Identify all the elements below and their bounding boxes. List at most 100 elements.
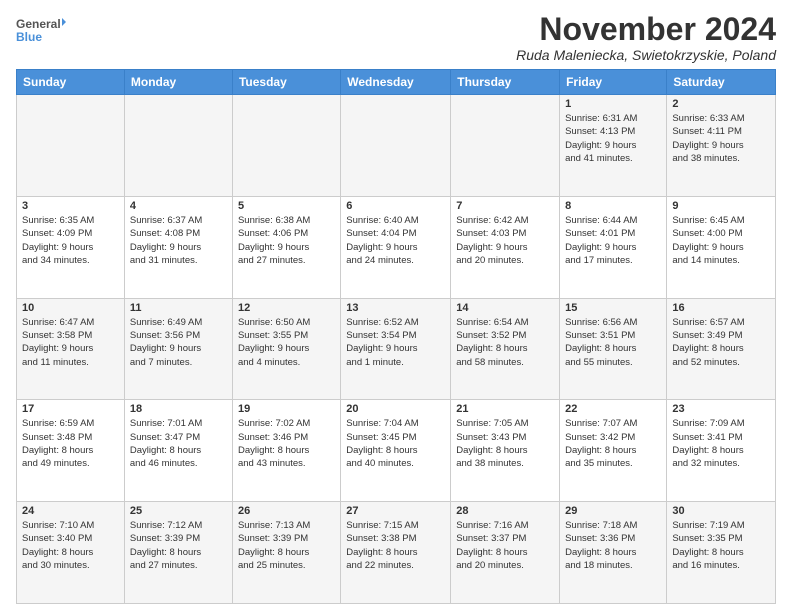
day-number: 23: [672, 403, 770, 415]
day-number: 21: [456, 403, 554, 415]
calendar-header: Sunday Monday Tuesday Wednesday Thursday…: [17, 70, 776, 95]
day-info: Sunrise: 6:45 AMSunset: 4:00 PMDaylight:…: [672, 215, 744, 266]
day-info: Sunrise: 6:37 AMSunset: 4:08 PMDaylight:…: [130, 215, 202, 266]
calendar-cell: 13 Sunrise: 6:52 AMSunset: 3:54 PMDayligh…: [341, 298, 451, 400]
day-number: 10: [22, 302, 119, 314]
day-info: Sunrise: 7:19 AMSunset: 3:35 PMDaylight:…: [672, 520, 744, 571]
day-number: 30: [672, 505, 770, 517]
day-number: 25: [130, 505, 227, 517]
col-monday: Monday: [124, 70, 232, 95]
calendar-cell: 4 Sunrise: 6:37 AMSunset: 4:08 PMDaylight…: [124, 196, 232, 298]
day-info: Sunrise: 6:56 AMSunset: 3:51 PMDaylight:…: [565, 317, 637, 368]
calendar-cell: 5 Sunrise: 6:38 AMSunset: 4:06 PMDaylight…: [232, 196, 340, 298]
col-friday: Friday: [560, 70, 667, 95]
page: General Blue November 2024 Ruda Maleniec…: [0, 0, 792, 612]
day-info: Sunrise: 6:49 AMSunset: 3:56 PMDaylight:…: [130, 317, 202, 368]
day-number: 8: [565, 200, 661, 212]
svg-text:General: General: [16, 17, 61, 31]
calendar-cell: 17 Sunrise: 6:59 AMSunset: 3:48 PMDayligh…: [17, 400, 125, 502]
logo-svg: General Blue: [16, 12, 66, 52]
day-number: 2: [672, 98, 770, 110]
calendar-week-0: 1 Sunrise: 6:31 AMSunset: 4:13 PMDaylight…: [17, 95, 776, 197]
day-info: Sunrise: 6:40 AMSunset: 4:04 PMDaylight:…: [346, 215, 418, 266]
day-number: 5: [238, 200, 335, 212]
calendar-cell: [451, 95, 560, 197]
day-info: Sunrise: 6:52 AMSunset: 3:54 PMDaylight:…: [346, 317, 418, 368]
calendar-cell: 23 Sunrise: 7:09 AMSunset: 3:41 PMDayligh…: [667, 400, 776, 502]
calendar-week-2: 10Sunrise: 6:47 AMSunset: 3:58 PMDayligh…: [17, 298, 776, 400]
calendar-cell: 28 Sunrise: 7:16 AMSunset: 3:37 PMDayligh…: [451, 502, 560, 604]
calendar-cell: 30 Sunrise: 7:19 AMSunset: 3:35 PMDayligh…: [667, 502, 776, 604]
calendar-week-3: 17 Sunrise: 6:59 AMSunset: 3:48 PMDayligh…: [17, 400, 776, 502]
calendar-cell: 19Sunrise: 7:02 AMSunset: 3:46 PMDayligh…: [232, 400, 340, 502]
col-thursday: Thursday: [451, 70, 560, 95]
calendar-cell: 20Sunrise: 7:04 AMSunset: 3:45 PMDayligh…: [341, 400, 451, 502]
header: General Blue November 2024 Ruda Maleniec…: [16, 12, 776, 63]
calendar-cell: [341, 95, 451, 197]
day-number: 9: [672, 200, 770, 212]
calendar-cell: 27Sunrise: 7:15 AMSunset: 3:38 PMDayligh…: [341, 502, 451, 604]
day-number: 22: [565, 403, 661, 415]
day-number: 12: [238, 302, 335, 314]
calendar-cell: 24Sunrise: 7:10 AMSunset: 3:40 PMDayligh…: [17, 502, 125, 604]
calendar-body: 1 Sunrise: 6:31 AMSunset: 4:13 PMDaylight…: [17, 95, 776, 604]
day-info: Sunrise: 6:33 AMSunset: 4:11 PMDaylight:…: [672, 113, 744, 164]
calendar-table: Sunday Monday Tuesday Wednesday Thursday…: [16, 69, 776, 604]
day-number: 6: [346, 200, 445, 212]
day-number: 18: [130, 403, 227, 415]
day-number: 13: [346, 302, 445, 314]
calendar-cell: 10Sunrise: 6:47 AMSunset: 3:58 PMDayligh…: [17, 298, 125, 400]
calendar-week-4: 24Sunrise: 7:10 AMSunset: 3:40 PMDayligh…: [17, 502, 776, 604]
col-tuesday: Tuesday: [232, 70, 340, 95]
day-number: 16: [672, 302, 770, 314]
calendar-cell: 26Sunrise: 7:13 AMSunset: 3:39 PMDayligh…: [232, 502, 340, 604]
day-number: 1: [565, 98, 661, 110]
day-number: 29: [565, 505, 661, 517]
day-number: 19: [238, 403, 335, 415]
day-info: Sunrise: 6:59 AMSunset: 3:48 PMDaylight:…: [22, 418, 94, 469]
day-info: Sunrise: 7:07 AMSunset: 3:42 PMDaylight:…: [565, 418, 637, 469]
day-number: 7: [456, 200, 554, 212]
calendar-cell: 18 Sunrise: 7:01 AMSunset: 3:47 PMDayligh…: [124, 400, 232, 502]
day-number: 11: [130, 302, 227, 314]
day-info: Sunrise: 7:01 AMSunset: 3:47 PMDaylight:…: [130, 418, 202, 469]
day-info: Sunrise: 7:05 AMSunset: 3:43 PMDaylight:…: [456, 418, 528, 469]
day-number: 26: [238, 505, 335, 517]
calendar-cell: 9 Sunrise: 6:45 AMSunset: 4:00 PMDaylight…: [667, 196, 776, 298]
day-number: 14: [456, 302, 554, 314]
day-info: Sunrise: 7:10 AMSunset: 3:40 PMDaylight:…: [22, 520, 94, 571]
day-info: Sunrise: 7:12 AMSunset: 3:39 PMDaylight:…: [130, 520, 202, 571]
calendar-cell: 15 Sunrise: 6:56 AMSunset: 3:51 PMDayligh…: [560, 298, 667, 400]
day-number: 17: [22, 403, 119, 415]
day-info: Sunrise: 6:42 AMSunset: 4:03 PMDaylight:…: [456, 215, 528, 266]
calendar-cell: 6 Sunrise: 6:40 AMSunset: 4:04 PMDaylight…: [341, 196, 451, 298]
day-number: 15: [565, 302, 661, 314]
day-info: Sunrise: 6:35 AMSunset: 4:09 PMDaylight:…: [22, 215, 94, 266]
day-number: 4: [130, 200, 227, 212]
calendar-cell: 21 Sunrise: 7:05 AMSunset: 3:43 PMDayligh…: [451, 400, 560, 502]
calendar-cell: 12Sunrise: 6:50 AMSunset: 3:55 PMDayligh…: [232, 298, 340, 400]
calendar-cell: [232, 95, 340, 197]
col-saturday: Saturday: [667, 70, 776, 95]
day-info: Sunrise: 6:31 AMSunset: 4:13 PMDaylight:…: [565, 113, 637, 164]
calendar-cell: 8 Sunrise: 6:44 AMSunset: 4:01 PMDaylight…: [560, 196, 667, 298]
calendar-cell: 3Sunrise: 6:35 AMSunset: 4:09 PMDaylight…: [17, 196, 125, 298]
calendar-cell: 11 Sunrise: 6:49 AMSunset: 3:56 PMDayligh…: [124, 298, 232, 400]
day-info: Sunrise: 7:15 AMSunset: 3:38 PMDaylight:…: [346, 520, 418, 571]
day-info: Sunrise: 6:44 AMSunset: 4:01 PMDaylight:…: [565, 215, 637, 266]
day-number: 28: [456, 505, 554, 517]
day-info: Sunrise: 7:16 AMSunset: 3:37 PMDaylight:…: [456, 520, 528, 571]
day-info: Sunrise: 7:04 AMSunset: 3:45 PMDaylight:…: [346, 418, 418, 469]
day-info: Sunrise: 7:18 AMSunset: 3:36 PMDaylight:…: [565, 520, 637, 571]
day-info: Sunrise: 6:38 AMSunset: 4:06 PMDaylight:…: [238, 215, 310, 266]
calendar-cell: 29 Sunrise: 7:18 AMSunset: 3:36 PMDayligh…: [560, 502, 667, 604]
calendar-cell: 2 Sunrise: 6:33 AMSunset: 4:11 PMDaylight…: [667, 95, 776, 197]
col-wednesday: Wednesday: [341, 70, 451, 95]
calendar-cell: [124, 95, 232, 197]
calendar: Sunday Monday Tuesday Wednesday Thursday…: [16, 69, 776, 604]
title-area: November 2024 Ruda Maleniecka, Swietokrz…: [516, 12, 776, 63]
location-title: Ruda Maleniecka, Swietokrzyskie, Poland: [516, 47, 776, 63]
day-info: Sunrise: 6:54 AMSunset: 3:52 PMDaylight:…: [456, 317, 528, 368]
day-info: Sunrise: 7:09 AMSunset: 3:41 PMDaylight:…: [672, 418, 744, 469]
month-title: November 2024: [516, 12, 776, 47]
